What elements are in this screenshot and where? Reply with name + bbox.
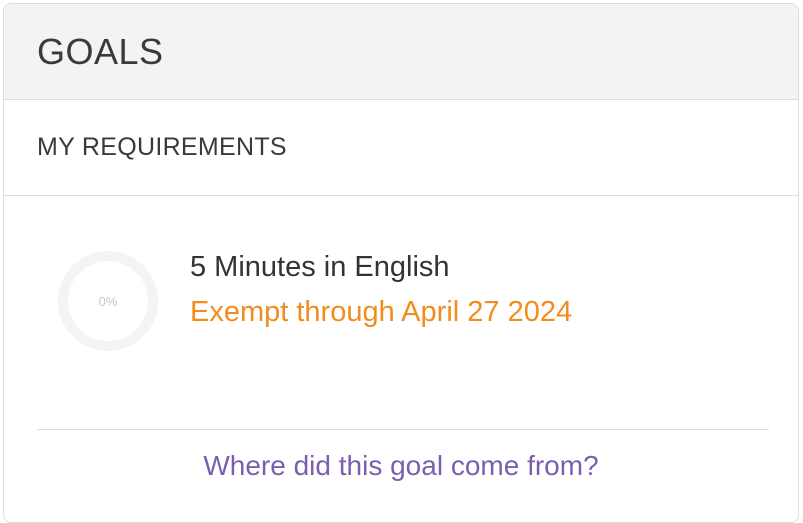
card-header: GOALS: [4, 4, 798, 100]
progress-ring: 0%: [56, 249, 160, 353]
goals-card: GOALS MY REQUIREMENTS 0% 5 Minutes in En…: [3, 3, 799, 523]
card-title: GOALS: [37, 30, 164, 72]
goal-source-link[interactable]: Where did this goal come from?: [4, 450, 798, 482]
requirement-name: 5 Minutes in English: [190, 251, 450, 283]
section-header: MY REQUIREMENTS: [4, 100, 798, 196]
section-title: MY REQUIREMENTS: [37, 133, 287, 161]
divider: [37, 429, 769, 430]
progress-label: 0%: [98, 293, 118, 309]
requirement-item: 0% 5 Minutes in English Exempt through A…: [4, 196, 798, 481]
requirement-status: Exempt through April 27 2024: [190, 296, 573, 328]
